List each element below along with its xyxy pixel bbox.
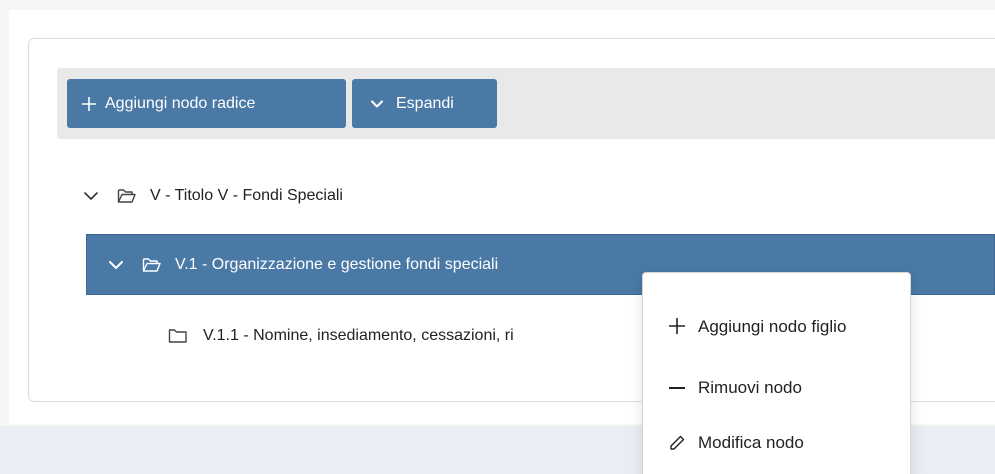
menu-item-label: Aggiungi nodo figlio [698, 316, 847, 336]
chevron-down-icon[interactable] [105, 256, 127, 274]
menu-item-label: Rimuovi nodo [698, 378, 802, 397]
tree-node-label: V.1 - Organizzazione e gestione fondi sp… [175, 255, 499, 273]
plus-icon [81, 96, 97, 112]
remove-node-menu-item[interactable]: Rimuovi nodo [643, 373, 910, 403]
folder-open-icon [116, 188, 138, 204]
plus-icon [666, 317, 688, 335]
context-menu: Aggiungi nodo figlio Rimuovi nodo Modifi… [642, 272, 911, 474]
add-root-node-button[interactable]: Aggiungi nodo radice [67, 79, 346, 128]
chevron-down-icon [370, 97, 384, 111]
tree-node-label: V.1.1 - Nomine, insediamento, cessazioni… [203, 327, 514, 344]
tree-node-child[interactable]: V.1.1 - Nomine, insediamento, cessazioni… [167, 322, 514, 350]
edit-node-menu-item[interactable]: Modifica nodo [643, 428, 910, 458]
add-child-node-menu-item[interactable]: Aggiungi nodo figlio [643, 301, 910, 351]
expand-label: Espandi [396, 94, 454, 112]
chevron-down-icon[interactable] [80, 187, 102, 205]
tree-node-root[interactable]: V - Titolo V - Fondi Speciali [80, 182, 343, 210]
expand-button[interactable]: Espandi [352, 79, 497, 128]
add-root-node-label: Aggiungi nodo radice [105, 94, 256, 112]
folder-icon [167, 328, 189, 344]
tree-node-label: V - Titolo V - Fondi Speciali [150, 187, 343, 204]
folder-open-icon [141, 257, 163, 273]
menu-item-label: Modifica nodo [698, 433, 804, 452]
pencil-icon [666, 434, 688, 452]
minus-icon [666, 379, 688, 397]
